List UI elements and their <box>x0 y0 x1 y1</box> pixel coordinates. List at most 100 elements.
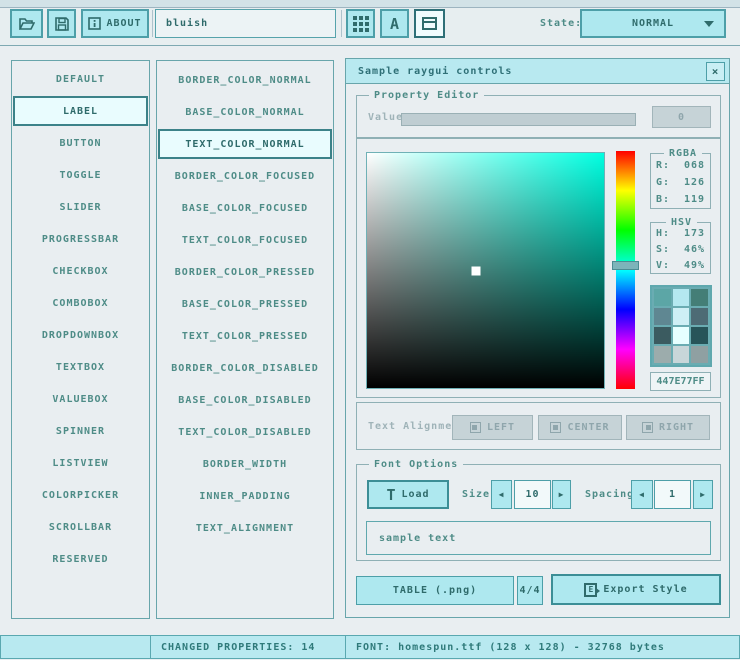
property-item[interactable]: TEXT_COLOR_PRESSED <box>158 321 332 351</box>
hex-color-value[interactable]: 447E77FF <box>650 372 711 391</box>
toolbar-separator <box>341 10 342 37</box>
rgba-title: RGBA <box>664 148 702 159</box>
sidebar-item-valuebox[interactable]: VALUEBOX <box>13 384 148 414</box>
color-swatch[interactable] <box>673 327 690 344</box>
align-left-label: LEFT <box>487 422 515 433</box>
color-gradient-picker[interactable] <box>366 152 605 389</box>
sidebar-item-checkbox[interactable]: CHECKBOX <box>13 256 148 286</box>
sidebar-item-listview[interactable]: LISTVIEW <box>13 448 148 478</box>
sidebar-item-textbox[interactable]: TEXTBOX <box>13 352 148 382</box>
export-style-label: Export Style <box>603 584 687 595</box>
property-item[interactable]: INNER_PADDING <box>158 481 332 511</box>
sidebar-item-colorpicker[interactable]: COLORPICKER <box>13 480 148 510</box>
save-style-button[interactable] <box>47 9 76 38</box>
property-item[interactable]: TEXT_COLOR_FOCUSED <box>158 225 332 255</box>
size-increment-button[interactable]: ▶ <box>552 480 571 509</box>
property-item[interactable]: BASE_COLOR_PRESSED <box>158 289 332 319</box>
property-item[interactable]: BORDER_WIDTH <box>158 449 332 479</box>
about-button[interactable]: ABOUT <box>81 9 149 38</box>
export-format-counter[interactable]: 4/4 <box>517 576 543 605</box>
table-png-button[interactable]: TABLE (.png) <box>356 576 514 605</box>
size-value-box[interactable]: 10 <box>514 480 551 509</box>
property-item[interactable]: BASE_COLOR_NORMAL <box>158 97 332 127</box>
sidebar-item-default[interactable]: DEFAULT <box>13 64 148 94</box>
property-item[interactable]: TEXT_ALIGNMENT <box>158 513 332 543</box>
sample-text-box[interactable]: sample text <box>366 521 711 555</box>
style-name-input[interactable] <box>155 9 336 38</box>
color-swatch[interactable] <box>654 327 671 344</box>
sidebar-item-progressbar[interactable]: PROGRESSBAR <box>13 224 148 254</box>
color-swatch[interactable] <box>673 289 690 306</box>
color-swatch[interactable] <box>654 346 671 363</box>
align-left-button[interactable]: LEFT <box>452 415 533 440</box>
color-swatch[interactable] <box>673 346 690 363</box>
property-item[interactable]: BORDER_COLOR_NORMAL <box>158 65 332 95</box>
state-dropdown[interactable]: NORMAL <box>580 9 726 38</box>
spinner-left-icon: ◀ <box>499 490 505 499</box>
color-swatch[interactable] <box>654 308 671 325</box>
controls-window-toggle-button[interactable] <box>414 9 445 38</box>
value-button-label: 0 <box>678 112 685 123</box>
color-swatch[interactable] <box>654 289 671 306</box>
save-icon <box>55 17 69 31</box>
align-center-icon <box>550 422 561 433</box>
v-label: V: <box>656 260 670 271</box>
sidebar-item-spinner[interactable]: SPINNER <box>13 416 148 446</box>
s-label: S: <box>656 244 670 255</box>
color-swatch[interactable] <box>691 308 708 325</box>
g-label: G: <box>656 177 670 188</box>
info-icon <box>88 17 101 30</box>
property-item[interactable]: TEXT_COLOR_DISABLED <box>158 417 332 447</box>
g-value: 126 <box>684 177 705 188</box>
close-button[interactable]: × <box>706 62 725 81</box>
property-item[interactable]: BASE_COLOR_DISABLED <box>158 385 332 415</box>
align-center-button[interactable]: CENTER <box>538 415 622 440</box>
r-label: R: <box>656 160 670 171</box>
h-label: H: <box>656 228 670 239</box>
load-font-button[interactable]: T Load <box>367 480 449 509</box>
color-swatch[interactable] <box>691 346 708 363</box>
sidebar-item-button[interactable]: BUTTON <box>13 128 148 158</box>
spacing-increment-button[interactable]: ▶ <box>693 480 713 509</box>
property-item[interactable]: BORDER_COLOR_DISABLED <box>158 353 332 383</box>
color-swatch[interactable] <box>691 289 708 306</box>
align-right-icon <box>642 422 653 433</box>
toolbar: ABOUT A State: NORMAL <box>0 0 740 46</box>
sidebar-item-slider[interactable]: SLIDER <box>13 192 148 222</box>
style-color-swatches <box>650 285 712 367</box>
toolbar-top-strip <box>0 0 740 8</box>
text-t-icon: T <box>386 486 395 504</box>
align-right-button[interactable]: RIGHT <box>626 415 710 440</box>
property-item-selected[interactable]: TEXT_COLOR_NORMAL <box>158 129 332 159</box>
sidebar-item-label[interactable]: LABEL <box>13 96 148 126</box>
value-slider[interactable] <box>401 113 636 126</box>
color-picker-marker[interactable] <box>472 266 481 275</box>
style-table-view-button[interactable] <box>346 9 375 38</box>
open-style-button[interactable] <box>10 9 43 38</box>
property-item[interactable]: BASE_COLOR_FOCUSED <box>158 193 332 223</box>
value-button[interactable]: 0 <box>652 106 711 128</box>
h-value: 173 <box>684 228 705 239</box>
spacing-decrement-button[interactable]: ◀ <box>631 480 653 509</box>
export-style-button[interactable]: E Export Style <box>551 574 721 605</box>
sample-window-titlebar[interactable]: Sample raygui controls <box>346 59 729 84</box>
hue-bar[interactable] <box>616 151 635 389</box>
spacing-value-box[interactable]: 1 <box>654 480 691 509</box>
sidebar-item-scrollbar[interactable]: SCROLLBAR <box>13 512 148 542</box>
sidebar-item-reserved[interactable]: RESERVED <box>13 544 148 574</box>
property-item[interactable]: BORDER_COLOR_FOCUSED <box>158 161 332 191</box>
color-swatch[interactable] <box>673 308 690 325</box>
sidebar-item-toggle[interactable]: TOGGLE <box>13 160 148 190</box>
sidebar-item-combobox[interactable]: COMBOBOX <box>13 288 148 318</box>
hue-slider-handle[interactable] <box>612 261 639 270</box>
font-view-button[interactable]: A <box>380 9 409 38</box>
statusbar-changed-properties: CHANGED PROPERTIES: 14 <box>150 635 346 659</box>
properties-listview: BORDER_COLOR_NORMAL BASE_COLOR_NORMAL TE… <box>156 60 334 619</box>
size-decrement-button[interactable]: ◀ <box>491 480 512 509</box>
font-options-title: Font Options <box>369 459 463 470</box>
property-item[interactable]: BORDER_COLOR_PRESSED <box>158 257 332 287</box>
sidebar-item-dropdownbox[interactable]: DROPDOWNBOX <box>13 320 148 350</box>
table-png-label: TABLE (.png) <box>393 585 477 596</box>
color-swatch[interactable] <box>691 327 708 344</box>
export-format-counter-value: 4/4 <box>519 585 540 596</box>
